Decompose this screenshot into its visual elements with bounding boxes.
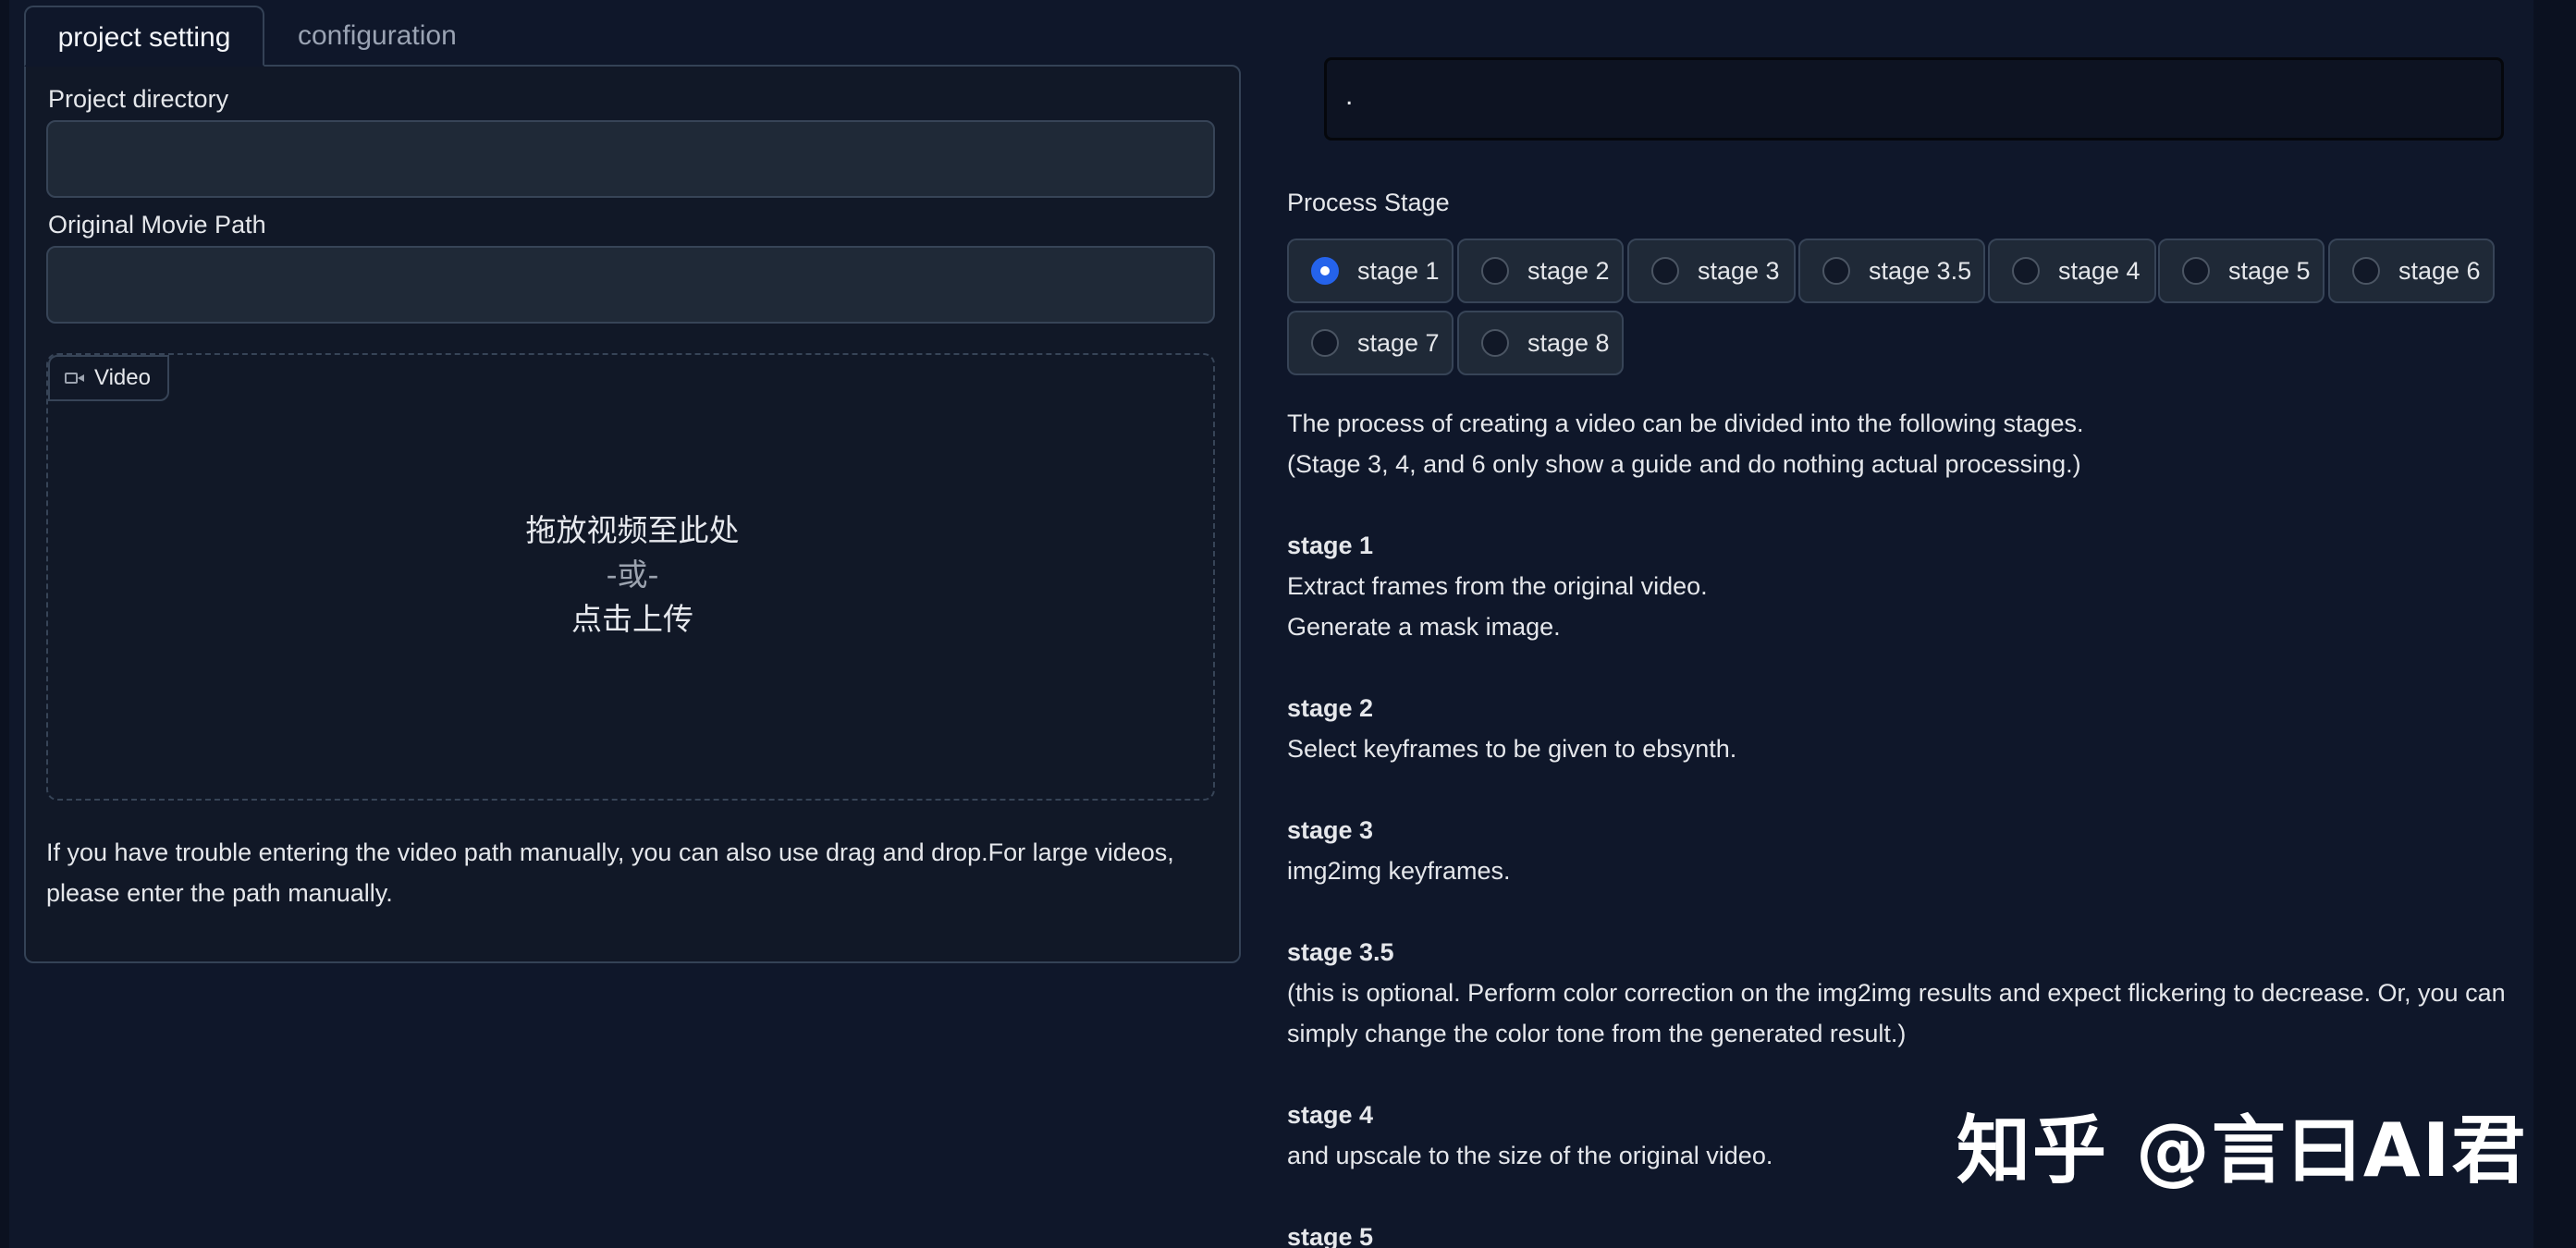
stage-radio-3[interactable]: stage 3 (1627, 239, 1796, 303)
stage-line: Select keyframes to be given to ebsynth. (1287, 735, 1737, 763)
tab-configuration[interactable]: configuration (266, 6, 534, 67)
stage-radio-label: stage 6 (2398, 256, 2481, 285)
radio-empty-icon (2352, 257, 2380, 285)
movie-path-input[interactable] (46, 246, 1215, 324)
stage-radio-label: stage 2 (1527, 256, 1610, 285)
radio-empty-icon (2182, 257, 2210, 285)
stage-line: (this is optional. Perform color correct… (1287, 979, 2506, 1047)
project-directory-input[interactable] (46, 120, 1215, 198)
radio-empty-icon (1651, 257, 1679, 285)
process-stage-label: Process Stage (1287, 189, 1450, 216)
drop-main-text: 拖放视频至此处 (525, 512, 740, 548)
watermark: 知乎 @言曰AI君 (1957, 1107, 2528, 1193)
stage-title: stage 1 (1287, 532, 1374, 559)
radio-empty-icon (2012, 257, 2040, 285)
app-window: project setting configuration Project di… (0, 0, 2576, 1248)
video-chip-label: Video (94, 365, 151, 390)
video-camera-icon (65, 371, 85, 385)
stage-radio-8[interactable]: stage 8 (1457, 311, 1624, 375)
scroll-gutter (2533, 0, 2576, 1248)
stage-line: Extract frames from the original video. (1287, 572, 1708, 600)
video-chip: Video (48, 355, 169, 401)
stage-radio-label: stage 8 (1527, 328, 1610, 357)
stage-1-description: stage 1 Extract frames from the original… (1287, 525, 2517, 647)
stage-radio-label: stage 5 (2228, 256, 2311, 285)
output-textbox[interactable]: . (1324, 57, 2504, 141)
stage-3-description: stage 3 img2img keyframes. (1287, 810, 2517, 891)
stage-radio-2[interactable]: stage 2 (1457, 239, 1624, 303)
drag-drop-hint: If you have trouble entering the video p… (46, 838, 1174, 907)
radio-empty-icon (1481, 329, 1509, 357)
stage-radio-1[interactable]: stage 1 (1287, 239, 1454, 303)
stage-line: and upscale to the size of the original … (1287, 1142, 1773, 1169)
stage-radio-5[interactable]: stage 5 (2158, 239, 2325, 303)
stage-line: Generate a mask image. (1287, 613, 1561, 641)
stage-line: img2img keyframes. (1287, 857, 1511, 885)
stage-radio-6[interactable]: stage 6 (2328, 239, 2495, 303)
tab-project-setting[interactable]: project setting (24, 6, 264, 67)
stage-radio-3-5[interactable]: stage 3.5 (1798, 239, 1985, 303)
intro-line-2: (Stage 3, 4, and 6 only show a guide and… (1287, 450, 2081, 478)
stage-2-description: stage 2 Select keyframes to be given to … (1287, 688, 2517, 769)
radio-empty-icon (1822, 257, 1850, 285)
drop-click-text: 点击上传 (571, 601, 693, 637)
stage-title: stage 2 (1287, 694, 1374, 722)
stage-title: stage 5 (1287, 1223, 1374, 1248)
stage-radio-label: stage 3 (1698, 256, 1780, 285)
stage-radio-label: stage 3.5 (1869, 256, 1972, 285)
radio-empty-icon (1481, 257, 1509, 285)
project-directory-label: Project directory (48, 85, 229, 113)
drop-or-text: -或- (606, 557, 659, 593)
movie-path-label: Original Movie Path (48, 211, 266, 239)
stage-title: stage 3 (1287, 816, 1374, 844)
stage-radio-4[interactable]: stage 4 (1988, 239, 2156, 303)
stage-3-5-description: stage 3.5 (this is optional. Perform col… (1287, 932, 2517, 1054)
drop-instructions: 拖放视频至此处 -或- 点击上传 (48, 508, 1217, 642)
stage-radio-label: stage 7 (1357, 328, 1440, 357)
intro-line-1: The process of creating a video can be d… (1287, 410, 2084, 437)
stage-radio-label: stage 4 (2058, 256, 2141, 285)
description-intro: The process of creating a video can be d… (1287, 403, 2517, 484)
video-drop-zone[interactable]: Video 拖放视频至此处 -或- 点击上传 (46, 353, 1215, 801)
stage-radio-7[interactable]: stage 7 (1287, 311, 1454, 375)
radio-selected-icon (1311, 257, 1339, 285)
stage-5-description: stage 5 (1287, 1217, 2517, 1248)
stage-title: stage 3.5 (1287, 938, 1394, 966)
radio-empty-icon (1311, 329, 1339, 357)
stage-radio-label: stage 1 (1357, 256, 1440, 285)
